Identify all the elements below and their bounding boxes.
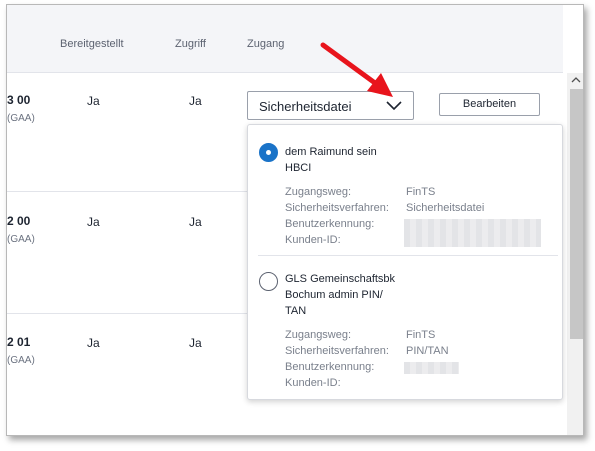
row-account-id: 2 00 [7, 214, 31, 228]
detail-label: Zugangsweg: [285, 186, 352, 198]
column-header-zugang: Zugang [247, 38, 285, 50]
row-zugriff: Ja [189, 215, 202, 229]
column-header-zugriff: Zugriff [175, 38, 206, 50]
detail-label: Zugangsweg: [285, 329, 352, 341]
row-account-id: 3 00 [7, 93, 31, 107]
option-title[interactable]: dem Raimund sein HBCI [285, 144, 377, 176]
redacted-value [404, 362, 459, 374]
detail-value: PIN/TAN [406, 345, 449, 357]
detail-label: Benutzerkennung: [285, 361, 375, 373]
detail-value: FinTS [406, 186, 436, 198]
option-title-line: HBCI [285, 162, 312, 174]
row-account-id: 2 01 [7, 335, 31, 349]
option-title-line: TAN [285, 305, 307, 317]
scroll-up-arrow-icon[interactable] [571, 76, 581, 84]
row-bereitgestellt: Ja [87, 215, 100, 229]
row-account-sub: (GAA) [7, 234, 35, 245]
row-account-sub: (GAA) [7, 113, 35, 124]
row-bereitgestellt: Ja [87, 94, 100, 108]
row-zugriff: Ja [189, 336, 202, 350]
option-title-line: dem Raimund sein [285, 146, 377, 158]
detail-label: Kunden-ID: [285, 377, 341, 389]
edit-button[interactable]: Bearbeiten [439, 93, 540, 116]
option-separator [258, 255, 558, 256]
redacted-value [404, 219, 541, 247]
detail-value: Sicherheitsdatei [406, 202, 485, 214]
option-title-line: Bochum admin PIN/ [285, 289, 383, 301]
radio-selected[interactable] [259, 143, 278, 162]
row-account-sub: (GAA) [7, 355, 35, 366]
option-title-line: GLS Gemeinschaftsbk [285, 273, 396, 285]
screenshot-frame: Bereitgestellt Zugriff Zugang 3 00 (GAA)… [6, 4, 584, 436]
detail-label: Benutzerkennung: [285, 218, 375, 230]
detail-label: Sicherheitsverfahren: [285, 202, 389, 214]
detail-value: FinTS [406, 329, 436, 341]
zugang-dropdown: dem Raimund sein HBCI Zugangsweg: Sicher… [247, 124, 563, 400]
option-title[interactable]: GLS Gemeinschaftsbk Bochum admin PIN/ TA… [285, 271, 395, 319]
table-header: Bereitgestellt Zugriff Zugang [7, 5, 563, 73]
annotation-arrow-icon [320, 42, 393, 97]
scrollbar-thumb[interactable] [570, 89, 583, 339]
radio-unselected[interactable] [259, 272, 278, 291]
row-zugriff: Ja [189, 94, 202, 108]
detail-label: Kunden-ID: [285, 234, 341, 246]
detail-label: Sicherheitsverfahren: [285, 345, 389, 357]
row-bereitgestellt: Ja [87, 336, 100, 350]
column-header-bereitgestellt: Bereitgestellt [60, 38, 124, 50]
